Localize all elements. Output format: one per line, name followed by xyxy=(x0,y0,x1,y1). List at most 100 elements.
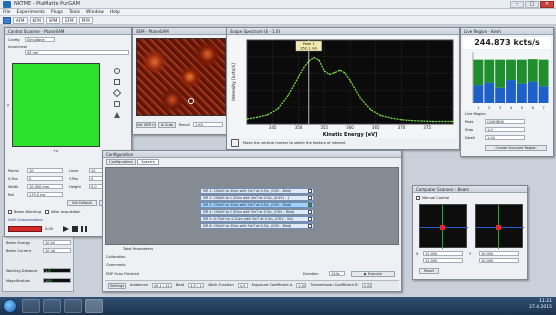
toolbar-spm[interactable]: SPM xyxy=(45,17,61,24)
spectrum-check-icon[interactable] xyxy=(308,203,312,207)
rotate-icon[interactable] xyxy=(112,88,122,98)
x-scope[interactable] xyxy=(419,204,468,249)
taskbar-browser-icon[interactable] xyxy=(43,299,61,313)
x2-input[interactable]: 12.000 xyxy=(423,258,463,263)
coef-b-value[interactable]: 0.00 xyxy=(361,283,372,288)
work-function-value[interactable]: 4.5 xyxy=(237,283,248,288)
menu-bar: File Experiments Plugs Tools Window Help xyxy=(0,9,556,16)
spectrum-point xyxy=(359,97,361,99)
duration-input[interactable]: 120s xyxy=(329,271,345,276)
execute-button[interactable]: ▶ Execute xyxy=(351,271,395,277)
toolbar-efm[interactable]: EFM xyxy=(62,17,77,24)
field-input[interactable]: 10.000 mm xyxy=(27,184,63,189)
field-label: Y-Pos xyxy=(69,177,79,181)
spectrum-list-item[interactable]: ISR 5: 0.75nH to 4.2Gen with 5mT at 0.5/… xyxy=(200,216,314,222)
spectrum-check-icon[interactable] xyxy=(308,196,312,200)
tab-spectra[interactable]: Spectra xyxy=(137,159,159,165)
spectrum-check-icon[interactable] xyxy=(308,224,312,228)
stat-value[interactable]: 10 kV xyxy=(43,240,71,245)
y-axis-label: Intensity [kcts/s] xyxy=(231,63,237,101)
y1-input[interactable]: 10.000 xyxy=(479,251,519,256)
spectrum-list-item[interactable]: ISR 3: 250nH to 4Gen with 5mT at 0.5/s, … xyxy=(200,202,314,208)
taskbar-media-icon[interactable] xyxy=(64,299,82,313)
auto-button[interactable]: Al Auto xyxy=(158,122,176,128)
field-input[interactable]: 0 xyxy=(27,176,63,181)
ambience-value[interactable]: 45.1 / 12.00 xyxy=(151,283,172,288)
set-sem-image-button[interactable]: Set SEM Image xyxy=(136,122,156,128)
coef-a-value[interactable]: 0.00 xyxy=(296,283,307,288)
stat-value[interactable]: 10 nA xyxy=(43,248,71,253)
menu-plugs[interactable]: Plugs xyxy=(51,9,63,15)
field-input[interactable]: 10 xyxy=(27,168,63,173)
menu-tools[interactable]: Tools xyxy=(69,9,80,15)
comments-tab[interactable]: Comments xyxy=(106,263,125,267)
scan-status: EDP Scan Finished xyxy=(106,272,139,276)
field-input[interactable]: 175.0 ms xyxy=(27,192,63,197)
calibration-tab[interactable]: Calibration xyxy=(106,255,126,259)
app-title: NKTME - PtaMatte PurGAM xyxy=(14,1,80,7)
recoil-select[interactable]: 1 KV xyxy=(193,122,223,127)
reset-button[interactable]: Reset xyxy=(419,268,439,274)
close-button[interactable]: ✕ xyxy=(540,1,554,8)
after-acquisition-checkbox[interactable] xyxy=(45,210,49,214)
toolbar-pfm[interactable]: PFM xyxy=(78,17,93,24)
spectrum-check-icon[interactable] xyxy=(308,217,312,221)
maximize-button[interactable]: □ xyxy=(525,1,539,8)
menu-file[interactable]: File xyxy=(3,9,11,15)
settings-button[interactable]: Settings xyxy=(108,283,126,289)
bar-green xyxy=(484,59,495,83)
manual-control-checkbox[interactable] xyxy=(416,196,420,200)
set-default-button[interactable]: Set Default xyxy=(67,200,97,206)
stop-icon[interactable] xyxy=(72,226,78,232)
toolbar-kfm[interactable]: KFM xyxy=(29,17,44,24)
beam-blanking-checkbox[interactable] xyxy=(8,210,12,214)
row-label: Dwell xyxy=(465,136,475,140)
sem-image[interactable] xyxy=(136,38,226,116)
x-tick-label: 365 xyxy=(372,125,380,130)
scan-select[interactable]: 45 nm xyxy=(25,50,129,55)
x-tick-label: 350 xyxy=(295,125,303,130)
menu-help[interactable]: Help xyxy=(110,9,120,15)
play-icon[interactable] xyxy=(63,226,69,232)
config-select[interactable]: Simultane xyxy=(25,37,55,42)
spectrum-list-item[interactable]: ISR 1: 250nH to 4Gen with 5mT at 0.5/s, … xyxy=(200,188,314,194)
y-scope[interactable] xyxy=(475,204,524,249)
x1-input[interactable]: 12.000 xyxy=(423,251,463,256)
beam-blanking-label: Beam Blanking xyxy=(14,210,42,214)
field-label: Lines xyxy=(69,169,79,173)
spectrum-list-item[interactable]: ISR 4: 250nH to 2.5Gen with 5mT at 0.5/s… xyxy=(200,209,314,215)
spectrum-check-icon[interactable] xyxy=(308,210,312,214)
sem-window: SEM - PtaneSAM Set SEM Image Al Auto Rec… xyxy=(132,27,230,135)
pin-icon[interactable] xyxy=(114,112,120,118)
spectrum-list-item[interactable]: ISR 2: 250nH to 1.2Gen with 5mT at 0.5/s… xyxy=(200,195,314,201)
spectrum-chart[interactable]: 345 350 355 360 365 370 375 Kinetic Energy [eV]… xyxy=(229,36,457,138)
marker-icon[interactable] xyxy=(231,139,239,147)
step-input[interactable]: 1.0 xyxy=(485,127,525,132)
bar-blue xyxy=(516,83,527,103)
pause-icon[interactable] xyxy=(81,226,87,232)
menu-window[interactable]: Window xyxy=(86,9,104,15)
home-icon[interactable] xyxy=(3,17,11,24)
spectrum-list-item[interactable]: ISR 6: 250nH to 4Gen with 5mT at 0.5/s, … xyxy=(200,223,314,229)
peak-select[interactable]: CASHBOX xyxy=(485,119,525,124)
dwell-input[interactable]: 1.00 xyxy=(485,135,525,140)
taskbar-app-icon[interactable] xyxy=(85,299,103,313)
spectrum-point xyxy=(297,76,300,78)
spectrum-check-icon[interactable] xyxy=(308,189,312,193)
start-button[interactable] xyxy=(3,299,17,313)
stat-label: Working Distance xyxy=(6,269,38,273)
scan-area[interactable] xyxy=(12,63,100,147)
menu-experiments[interactable]: Experiments xyxy=(17,9,45,15)
system-clock: 11:21 27.4.2015 xyxy=(529,299,552,311)
y2-input[interactable]: 10.000 xyxy=(479,258,519,263)
beat-value[interactable]: 4.5 / 1.2 s xyxy=(188,283,205,288)
create-scanned-region-button[interactable]: Create Scanned Region xyxy=(485,145,547,151)
toolbar-afm[interactable]: AFM xyxy=(13,17,28,24)
zoom-in-icon[interactable] xyxy=(114,68,120,74)
minimize-button[interactable]: – xyxy=(510,1,524,8)
taskbar-explorer-icon[interactable] xyxy=(22,299,40,313)
marker-label: Peak 1 xyxy=(303,42,315,46)
tab-configuration[interactable]: Configuration xyxy=(106,159,136,165)
crop-icon[interactable] xyxy=(114,79,120,85)
move-icon[interactable] xyxy=(114,101,120,107)
